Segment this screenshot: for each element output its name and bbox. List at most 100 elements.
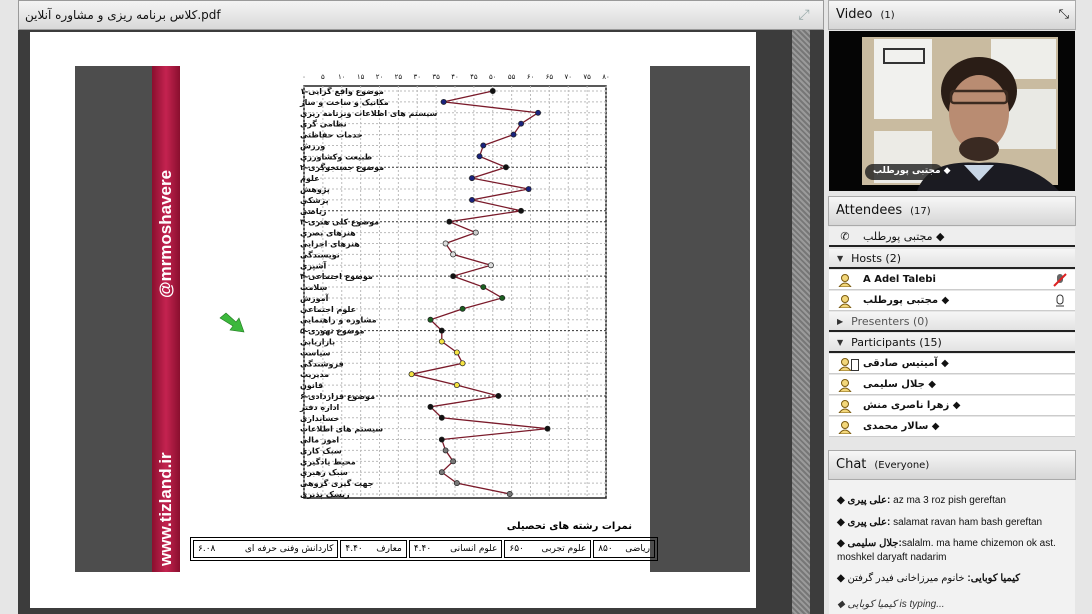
typing-indicator: ◆ کیمیا کوبایی is typing... <box>837 599 945 610</box>
attendee-name: مجتبی پورطلب ◆ <box>863 295 950 306</box>
score-field: علوم انسانی <box>450 544 498 554</box>
data-point <box>438 338 445 345</box>
data-point <box>544 425 551 432</box>
category-label: موضوع تهوری-۵ <box>300 327 364 336</box>
data-point <box>438 414 445 421</box>
data-point <box>506 491 513 497</box>
score-cell: ریاضی ۸۵۰ <box>593 540 655 558</box>
x-tick-label: ۵۰ <box>489 73 497 81</box>
category-label: نویسندگی <box>300 249 340 259</box>
video-feed <box>862 37 1059 191</box>
data-point <box>442 447 449 454</box>
user-icon <box>837 398 853 414</box>
attendee-row[interactable]: جلال سلیمی ◆ <box>829 375 1075 395</box>
group-label: Participants (15) <box>851 335 942 349</box>
x-tick-label: ۸۰ <box>602 73 610 81</box>
score-value: ۶.۰۸ <box>198 544 216 554</box>
attendee-row[interactable]: زهرا ناصری منش ◆ <box>829 396 1075 416</box>
mic-active-icon <box>1053 294 1067 311</box>
data-point <box>503 164 509 171</box>
score-value: ۸۵۰ <box>598 544 613 554</box>
group-label: Presenters (0) <box>851 314 929 328</box>
score-value: ۶۵۰ <box>509 544 524 554</box>
data-point <box>499 294 506 301</box>
attendee-name: سالار محمدی ◆ <box>863 421 940 432</box>
user-icon <box>837 272 853 288</box>
x-tick-label: ۵ <box>321 73 325 81</box>
x-tick-label: ۶۵ <box>546 73 554 81</box>
data-point <box>438 327 445 334</box>
data-point <box>495 393 502 399</box>
category-label: حسابداری <box>300 414 339 423</box>
category-label: مکانیک و ساخت و ساز <box>299 98 389 107</box>
attendee-group[interactable]: ▶ Presenters (0) <box>829 312 1075 332</box>
score-value: ۴.۴۰ <box>413 544 432 554</box>
data-point <box>476 153 483 160</box>
attendee-group[interactable]: ▼ Participants (15) <box>829 333 1075 353</box>
data-point <box>510 131 517 138</box>
fullscreen-icon[interactable]: ⤡ <box>1059 7 1069 22</box>
caret-down-icon[interactable]: ▼ <box>837 338 843 347</box>
chat-header: Chat (Everyone) <box>828 450 1076 480</box>
data-point <box>438 469 445 476</box>
user-icon <box>837 293 853 309</box>
attendee-row[interactable]: مجتبی پورطلب ◆ <box>829 291 1075 311</box>
category-label: امور مالی <box>300 436 339 445</box>
score-field: علوم تجربی <box>541 544 587 554</box>
video-pod-header: Video (1) ⤡ <box>828 0 1076 30</box>
data-point <box>525 186 532 192</box>
presenter-name: مجتبی پورطلب ◆ <box>863 229 945 243</box>
category-label: هنرهای اجرایی <box>300 239 360 248</box>
category-label: موضوع قراردادی-۶ <box>300 392 375 401</box>
data-point <box>450 251 457 258</box>
score-cell: علوم انسانی ۴.۴۰ <box>408 540 503 558</box>
data-point <box>459 360 466 367</box>
data-point <box>442 240 449 247</box>
scores-table: ریاضی ۸۵۰ علوم تجربی ۶۵۰ علوم انسانی ۴.۴۰ معار… <box>190 537 658 561</box>
category-label: جهت گیری گروهی <box>300 478 374 488</box>
score-field: کاردانش وفنی حرفه ای <box>244 544 334 554</box>
chat-message: ◆ جلال سلیمی:salalm. ma hame chizemon ok… <box>837 538 1056 563</box>
chat-title: Chat <box>836 457 867 472</box>
category-label: مدیریت <box>300 370 329 379</box>
attendees-header: Attendees (17) <box>828 196 1076 226</box>
category-label: موضوع کلی هنری-۳ <box>300 218 379 227</box>
caret-down-icon[interactable]: ▼ <box>837 254 843 263</box>
x-tick-label: ۳۰ <box>413 73 421 81</box>
data-point <box>450 273 457 280</box>
data-point <box>535 109 542 116</box>
attendee-group[interactable]: ▼ Hosts (2) <box>829 249 1075 269</box>
x-tick-label: ۴۵ <box>470 73 478 81</box>
category-label: پزشکی <box>300 196 329 205</box>
x-tick-label: ۶۰ <box>527 73 535 81</box>
chat-scope[interactable]: (Everyone) <box>874 460 929 471</box>
chat-message: ◆ علی پیری: salamat ravan ham bash geref… <box>837 517 1043 528</box>
score-cell: کاردانش وفنی حرفه ای ۶.۰۸ <box>193 540 339 558</box>
caret-right-icon[interactable]: ▶ <box>837 317 843 326</box>
attendee-row[interactable]: A Adel Talebi <box>829 270 1075 290</box>
data-point <box>440 98 447 105</box>
attendee-name: A Adel Talebi <box>863 274 936 285</box>
video-title: Video <box>836 7 873 22</box>
score-value: ۴.۴۰ <box>345 544 363 554</box>
category-label: سیستم های اطلاعات <box>300 425 383 434</box>
speaker-label: مجتبی پورطلب ◆ <box>873 166 951 176</box>
category-label: طبیعت وکشاورزی <box>300 152 372 161</box>
data-point <box>472 229 479 236</box>
category-label: سیستم های اطلاعات وبرنامه ریزی <box>300 109 438 118</box>
x-tick-label: ۰ <box>302 73 306 81</box>
category-label: سیاست <box>300 348 331 357</box>
mobile-icon <box>851 359 859 374</box>
category-label: خدمات حفاظتی <box>300 131 363 140</box>
scores-title: نمرات رشته های تحصیلی <box>506 521 632 532</box>
chat-messages: ◆ علی پیری: az ma 3 roz pish gereftan ◆ … <box>829 480 1075 614</box>
data-point <box>469 196 475 203</box>
presenter-row[interactable]: ✆ مجتبی پورطلب ◆ <box>829 227 1075 247</box>
data-point <box>427 316 434 323</box>
green-arrow-icon <box>219 312 245 333</box>
attendee-row[interactable]: آمیتیس صادقی ◆ <box>829 354 1075 374</box>
category-label: آشپزی <box>300 260 326 270</box>
attendee-row[interactable]: سالار محمدی ◆ <box>829 417 1075 437</box>
chat-message: ◆ کیمیا کوبایی: خانوم میرزاخانی فیدر گرف… <box>837 573 1020 584</box>
mic-muted-icon <box>1053 273 1067 290</box>
